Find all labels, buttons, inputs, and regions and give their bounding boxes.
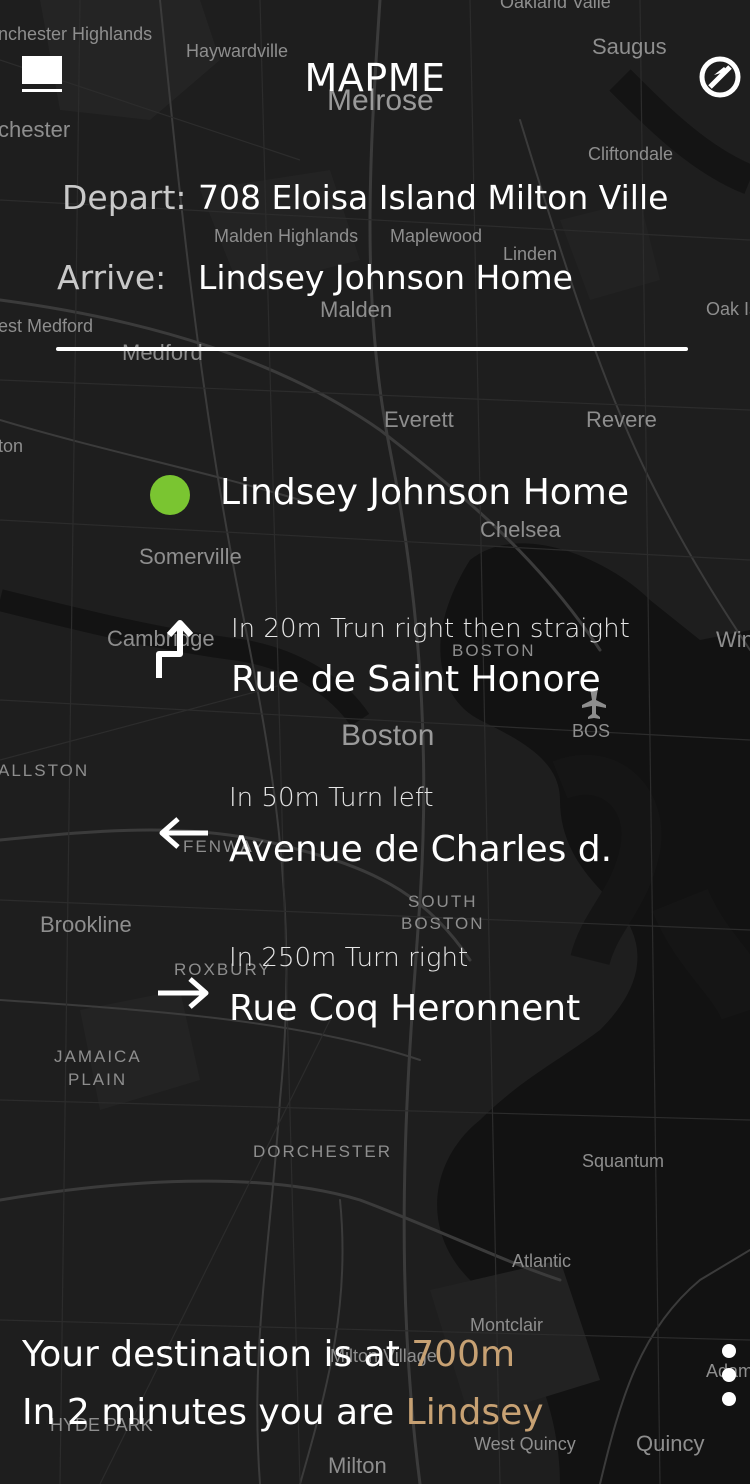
map-label: nchester Highlands <box>0 24 152 44</box>
destination-name[interactable]: Lindsey Johnson Home <box>220 472 629 513</box>
app-root: Oakland Valle nchester Highlands Haywardvi… <box>0 0 750 1484</box>
distance-summary: Your destination is at 700m <box>22 1334 515 1375</box>
map-label: DORCHESTER <box>253 1142 392 1161</box>
destination-dot-icon <box>150 475 190 515</box>
more-vertical-icon[interactable] <box>716 1340 742 1410</box>
arrow-right-icon <box>154 964 214 1024</box>
map-label: Quincy <box>636 1431 704 1456</box>
route-divider <box>56 347 688 351</box>
distance-value: 700m <box>411 1334 516 1375</box>
compass-off-icon[interactable] <box>697 54 743 100</box>
map-view[interactable]: Oakland Vallenchester HighlandsHaywardvi… <box>0 0 750 1484</box>
map-label: West Quincy <box>474 1434 576 1454</box>
depart-value: 708 Eloisa Island Milton Ville <box>198 178 669 217</box>
map-label: BOSTON <box>401 914 484 933</box>
arrive-value: Lindsey Johnson Home <box>198 258 573 297</box>
depart-label: Depart: <box>62 178 187 217</box>
step-3-hint: In 250m Turn right <box>229 943 469 973</box>
map-label: SOUTH <box>408 892 478 911</box>
more-dot <box>722 1368 736 1382</box>
app-title: MAPME <box>304 56 446 100</box>
step-3-street[interactable]: Rue Coq Heronnent <box>229 988 580 1029</box>
map-label: Boston <box>341 719 434 752</box>
arrow-left-icon <box>156 805 216 865</box>
arrive-field[interactable]: Lindsey Johnson Home <box>198 258 573 297</box>
map-label: Squantum <box>582 1151 664 1171</box>
map-label: Win <box>716 627 750 652</box>
map-label: Medford <box>122 340 203 365</box>
map-label: Oakland Valle <box>500 0 611 12</box>
map-label: Oak Is <box>706 299 750 319</box>
map-label: Atlantic <box>512 1251 571 1271</box>
map-label: ALLSTON <box>0 761 89 780</box>
map-label: Maplewood <box>390 226 482 246</box>
more-dot <box>722 1344 736 1358</box>
step-1-street[interactable]: Rue de Saint Honore <box>231 659 601 700</box>
map-label: Brookline <box>40 912 132 937</box>
map-label: Cliftondale <box>588 144 673 164</box>
map-label: Malden <box>320 297 392 322</box>
map-label: Chelsea <box>480 517 561 542</box>
depart-row: Depart: <box>62 178 187 217</box>
distance-summary-prefix: Your destination is at <box>22 1334 412 1375</box>
map-label: Revere <box>586 407 657 432</box>
map-label: Everett <box>384 407 454 432</box>
map-label: Malden Highlands <box>214 226 358 246</box>
map-label: Somerville <box>139 544 242 569</box>
arrive-label: Arrive: <box>57 258 167 297</box>
map-label: JAMAICA <box>54 1047 142 1066</box>
arrive-row: Arrive: <box>57 258 166 297</box>
more-dot <box>722 1392 736 1406</box>
step-2-street[interactable]: Avenue de Charles d. <box>229 829 612 870</box>
map-label: Milton <box>328 1453 387 1478</box>
eta-summary: In 2 minutes you are Lindsey <box>22 1392 544 1433</box>
map-label: PLAIN <box>68 1070 127 1089</box>
map-label: BOS <box>572 721 610 741</box>
step-1-hint: In 20m Trun right then straight <box>231 614 630 644</box>
map-label: ton <box>0 436 23 456</box>
depart-field[interactable]: 708 Eloisa Island Milton Ville <box>198 178 668 217</box>
turn-right-then-straight-icon <box>146 618 206 680</box>
eta-destination-name: Lindsey <box>405 1392 544 1433</box>
map-label: chester <box>0 117 70 142</box>
eta-summary-prefix: In 2 minutes you are <box>22 1392 406 1433</box>
map-label: Montclair <box>470 1315 543 1335</box>
map-label: est Medford <box>0 316 93 336</box>
step-2-hint: In 50m Turn left <box>229 783 434 813</box>
